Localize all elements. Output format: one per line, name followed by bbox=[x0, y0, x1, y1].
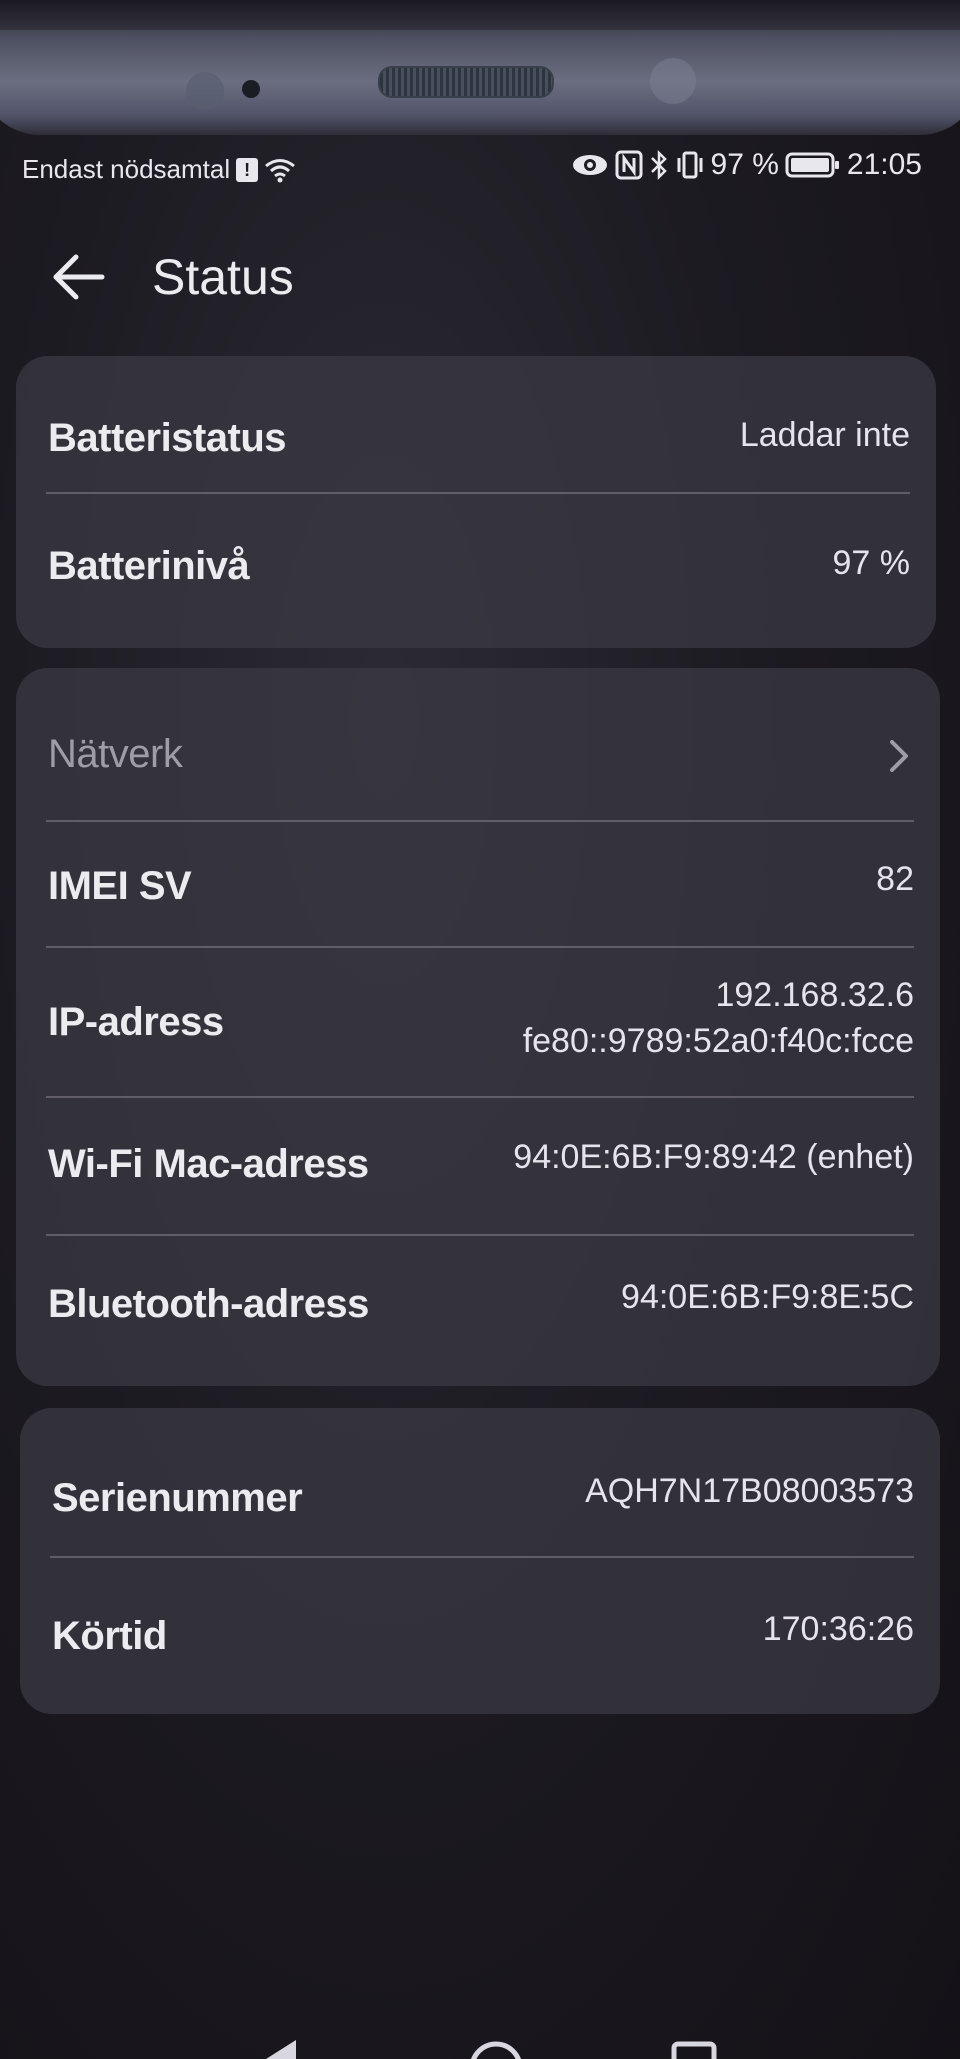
divider bbox=[46, 492, 910, 494]
sensor bbox=[186, 72, 224, 110]
battery-level-value: 97 % bbox=[832, 544, 911, 582]
battery-status-value: Laddar inte bbox=[739, 416, 910, 454]
battery-icon bbox=[785, 152, 839, 178]
wifi-mac-value: 94:0E:6B:F9:89:42 (enhet) bbox=[513, 1138, 914, 1176]
battery-level-label: Batterinivå bbox=[48, 544, 250, 588]
bluetooth-value: 94:0E:6B:F9:8E:5C bbox=[621, 1278, 914, 1316]
battery-percent: 97 % bbox=[710, 148, 779, 181]
proximity-sensor bbox=[650, 58, 696, 104]
imei-value: 82 bbox=[876, 860, 914, 898]
phone-screen: Endast nödsamtal ! 97 % 21:05 Status Bat… bbox=[0, 0, 960, 2059]
app-bar: Status bbox=[48, 242, 294, 312]
eye-icon bbox=[572, 155, 607, 175]
clock: 21:05 bbox=[846, 148, 922, 181]
wifi-icon bbox=[265, 158, 296, 182]
status-bar: Endast nödsamtal ! 97 % 21:05 bbox=[22, 148, 922, 188]
chevron-right-icon bbox=[890, 740, 908, 772]
page-title: Status bbox=[152, 249, 294, 305]
divider bbox=[46, 1234, 914, 1236]
serial-label: Serienummer bbox=[52, 1476, 303, 1520]
nav-recents-icon[interactable] bbox=[671, 2041, 717, 2059]
sim-icon: ! bbox=[236, 157, 259, 182]
bluetooth-icon bbox=[650, 149, 667, 181]
battery-status-label: Batteristatus bbox=[48, 416, 287, 460]
status-bar-right: 97 % 21:05 bbox=[571, 148, 922, 182]
ip-value-v4: 192.168.32.6 bbox=[715, 976, 914, 1014]
nav-back-icon[interactable] bbox=[266, 2040, 296, 2059]
vibrate-icon bbox=[677, 151, 703, 179]
nfc-icon bbox=[615, 150, 643, 180]
device-card: Serienummer AQH7N17B08003573 Körtid 170:… bbox=[20, 1408, 940, 1714]
front-camera bbox=[242, 80, 260, 98]
network-row[interactable]: Nätverk bbox=[16, 732, 940, 792]
ip-value-v6: fe80::9789:52a0:f40c:fcce bbox=[522, 1022, 914, 1060]
uptime-label: Körtid bbox=[52, 1614, 167, 1658]
divider bbox=[50, 1556, 914, 1558]
divider bbox=[46, 820, 914, 822]
navigation-bar bbox=[266, 2040, 717, 2059]
network-label: Nätverk bbox=[48, 732, 183, 776]
phone-bezel-edge bbox=[0, 0, 960, 30]
bluetooth-label: Bluetooth-adress bbox=[48, 1282, 369, 1326]
divider bbox=[46, 1096, 914, 1098]
uptime-value: 170:36:26 bbox=[762, 1610, 914, 1648]
status-bar-left: Endast nödsamtal ! bbox=[22, 154, 296, 185]
ip-label: IP-adress bbox=[48, 1000, 224, 1044]
battery-card: Batteristatus Laddar inte Batterinivå 97… bbox=[16, 356, 936, 648]
nav-home-icon[interactable] bbox=[471, 2041, 521, 2059]
earpiece-speaker bbox=[378, 66, 554, 98]
carrier-text: Endast nödsamtal bbox=[22, 154, 231, 184]
wifi-mac-label: Wi-Fi Mac-adress bbox=[48, 1142, 369, 1186]
serial-value: AQH7N17B08003573 bbox=[585, 1472, 914, 1510]
imei-label: IMEI SV bbox=[48, 864, 192, 908]
divider bbox=[46, 946, 914, 948]
network-card: Nätverk IMEI SV 82 IP-adress 192.168.32.… bbox=[16, 668, 940, 1386]
arrow-left-icon[interactable] bbox=[48, 247, 108, 307]
